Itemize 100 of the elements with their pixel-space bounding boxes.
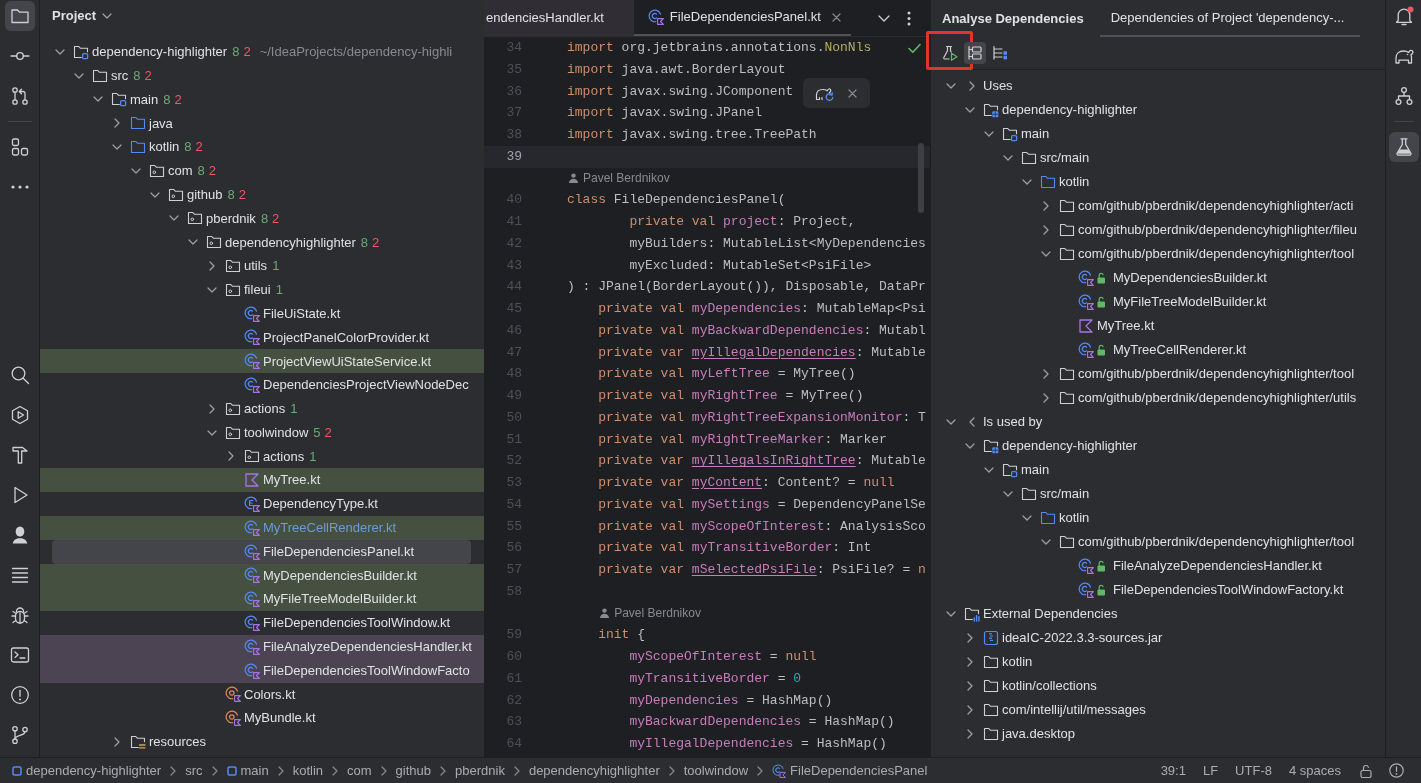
chevron-down-icon[interactable] <box>946 419 956 425</box>
tree-item[interactable]: Colors.kt <box>40 682 484 707</box>
tree-item[interactable]: pberdnik 8 2 <box>40 206 484 231</box>
tree-item[interactable]: MyDependenciesBuilder.kt <box>40 563 484 588</box>
hexagon-play-icon[interactable] <box>9 405 30 425</box>
bell-icon[interactable] <box>1393 6 1414 26</box>
tree-item[interactable]: FileDependenciesToolWindow.kt <box>40 611 484 635</box>
tree-item[interactable]: com 8 2 <box>40 159 484 183</box>
close-icon[interactable] <box>848 88 857 98</box>
breadcrumb[interactable]: com <box>347 760 372 781</box>
exclamation-circle-icon[interactable] <box>9 685 30 705</box>
chevron-down-icon[interactable] <box>1022 515 1032 521</box>
chevron-down-icon[interactable] <box>188 239 198 246</box>
tree-item[interactable]: MyFileTreeModelBuilder.kt <box>40 587 484 612</box>
tree-item[interactable]: main <box>931 458 1385 482</box>
tree-item[interactable]: com/github/pberdnik/dependencyhighlighter/acti <box>931 194 1385 218</box>
chevron-down-icon[interactable] <box>169 215 179 222</box>
chevron-right-icon[interactable] <box>967 657 973 667</box>
tree-item[interactable]: MyFileTreeModelBuilder.kt <box>931 290 1385 314</box>
tree-item[interactable]: ProjectViewUiStateService.kt <box>40 349 484 374</box>
tree-item[interactable]: com/github/pberdnik/dependencyhighlighter/tool <box>931 530 1385 554</box>
editor-tab[interactable]: FileDependenciesPanel.kt <box>633 0 851 36</box>
tree-item[interactable]: com/github/pberdnik/dependencyhighlighter/utils <box>931 386 1385 410</box>
tree-item[interactable]: actions 1 <box>40 444 484 469</box>
chevron-down-icon[interactable] <box>1041 251 1051 257</box>
folder-icon[interactable] <box>4 1 35 31</box>
tree-item[interactable]: github 8 2 <box>40 182 484 207</box>
chevron-down-icon[interactable] <box>965 107 975 113</box>
tree-item[interactable]: com/github/pberdnik/dependencyhighlighter/tool <box>931 242 1385 266</box>
tree-item[interactable]: toolwindow 5 2 <box>40 420 484 445</box>
tree-item[interactable]: com/github/pberdnik/dependencyhighlighter/fileu <box>931 218 1385 242</box>
chevron-right-icon[interactable] <box>1043 225 1049 235</box>
line-separator[interactable]: LF <box>1202 760 1219 781</box>
tree-item[interactable]: java <box>40 111 484 136</box>
chevron-down-icon[interactable] <box>1022 179 1032 185</box>
tree-item[interactable]: Uses <box>931 74 1385 98</box>
terminal-icon[interactable] <box>9 645 30 665</box>
tree-item[interactable]: java.desktop <box>931 722 1385 746</box>
bug-icon[interactable] <box>9 605 30 625</box>
chevron-down-icon[interactable] <box>878 14 890 22</box>
breadcrumb[interactable]: main <box>226 760 269 781</box>
squares-icon[interactable] <box>9 137 30 157</box>
tree-item[interactable]: FileAnalyzeDependenciesHandler.kt <box>40 634 484 659</box>
tree-item[interactable]: kotlin/collections <box>931 674 1385 698</box>
chevron-right-icon[interactable] <box>209 261 215 272</box>
chevron-down-icon[interactable] <box>984 467 994 473</box>
chevron-down-icon[interactable] <box>946 83 956 89</box>
chevron-down-icon[interactable] <box>131 167 141 174</box>
tree-item[interactable]: com/github/pberdnik/dependencyhighlighter/tool <box>931 362 1385 386</box>
tree-item[interactable]: src/main <box>931 146 1385 170</box>
exclamation-circle-icon[interactable] <box>1389 763 1404 778</box>
chevron-right-icon[interactable] <box>967 633 973 643</box>
tree-item[interactable]: main 8 2 <box>40 87 484 112</box>
chevron-down-icon[interactable] <box>55 48 65 55</box>
tree-item[interactable]: MyTree.kt <box>931 314 1385 338</box>
chevron-right-icon[interactable] <box>1043 393 1049 403</box>
breadcrumb[interactable]: dependencyhighlighter <box>528 760 660 781</box>
chevron-down-icon[interactable] <box>1003 491 1013 497</box>
breadcrumb[interactable]: toolwindow <box>683 760 749 781</box>
more-icon[interactable] <box>907 10 911 26</box>
flask-play-icon[interactable] <box>942 45 958 61</box>
tree-item[interactable]: src/main <box>931 482 1385 506</box>
tree-item[interactable]: src 8 2 <box>40 63 484 88</box>
tree-dots-icon[interactable] <box>992 45 1008 61</box>
tree-item[interactable]: utils 1 <box>40 254 484 278</box>
tree-item[interactable]: MyTreeCellRenderer.kt <box>931 338 1385 362</box>
tree-item[interactable]: MyTree.kt <box>40 468 484 493</box>
tree-item[interactable]: DependencyType.kt <box>40 492 484 516</box>
tree-item[interactable]: kotlin <box>931 650 1385 674</box>
breadcrumb[interactable]: github <box>395 760 432 781</box>
tree-item[interactable]: FileDependenciesToolWindowFactory.kt <box>931 578 1385 602</box>
chevron-right-icon[interactable] <box>114 737 120 747</box>
indent-setting[interactable]: 4 spaces <box>1288 760 1341 781</box>
file-encoding[interactable]: UTF-8 <box>1235 760 1272 781</box>
chevron-down-icon[interactable] <box>1003 155 1013 161</box>
breadcrumb[interactable]: pberdnik <box>455 760 505 781</box>
tree-item[interactable]: main <box>931 122 1385 146</box>
tree-item[interactable]: fileui 1 <box>40 277 484 302</box>
branch-icon[interactable] <box>9 725 30 745</box>
breadcrumb[interactable]: dependency-highlighter <box>12 760 162 781</box>
chevron-down-icon[interactable] <box>965 443 975 449</box>
view-dropdown[interactable]: Project <box>52 6 113 26</box>
tree-item[interactable]: dependency-highlighter <box>931 434 1385 458</box>
tree-item[interactable]: External Dependencies <box>931 602 1385 626</box>
chevron-down-icon[interactable] <box>1041 539 1051 545</box>
scrollbar-thumb[interactable] <box>918 143 924 213</box>
pull-request-icon[interactable] <box>9 86 30 106</box>
chevron-right-icon[interactable] <box>114 118 120 129</box>
tree-icon[interactable] <box>964 42 986 64</box>
tree-item[interactable]: kotlin 8 2 <box>40 135 484 159</box>
caret-position[interactable]: 39:1 <box>1160 760 1186 781</box>
tree-item[interactable]: MyDependenciesBuilder.kt <box>931 266 1385 290</box>
chevron-down-icon[interactable] <box>207 429 217 436</box>
chevron-right-icon[interactable] <box>967 705 973 715</box>
chevron-right-icon[interactable] <box>228 451 234 462</box>
tree-item[interactable]: FileDependenciesToolWindowFacto <box>40 658 484 683</box>
chevron-down-icon[interactable] <box>74 72 84 79</box>
tree-item[interactable]: kotlin <box>931 170 1385 194</box>
chevron-right-icon[interactable] <box>967 729 973 739</box>
padlock-icon[interactable] <box>1360 763 1372 778</box>
